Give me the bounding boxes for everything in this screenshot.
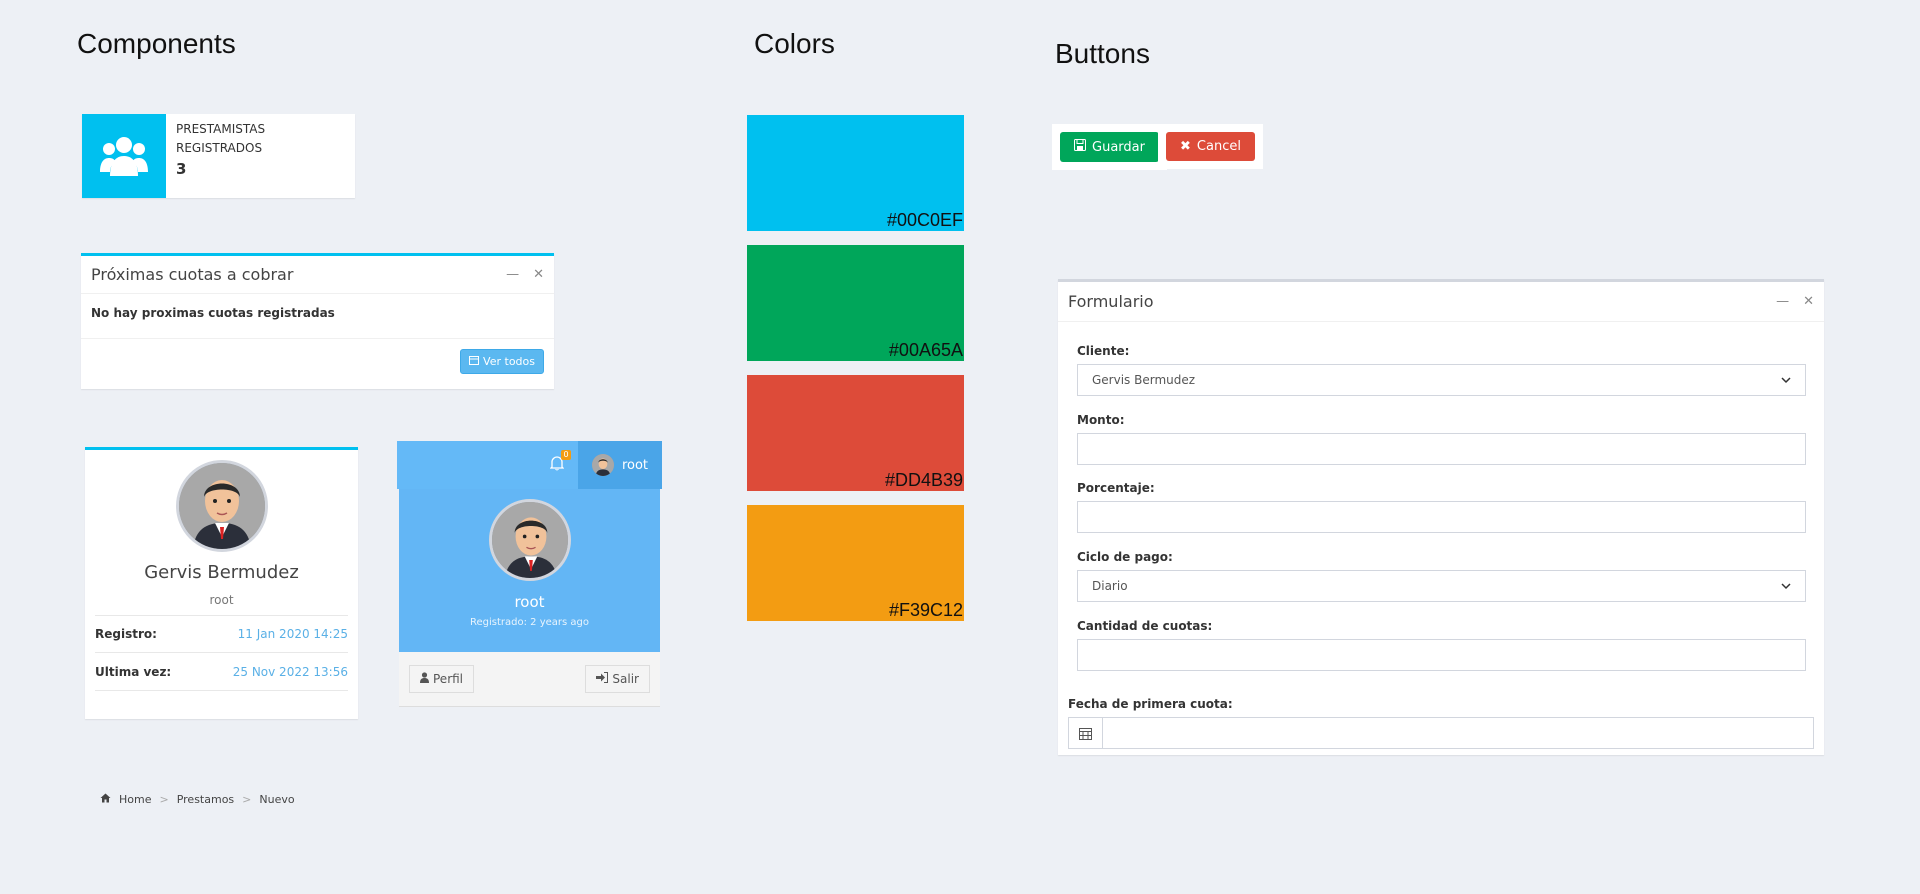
- home-icon: [100, 793, 111, 806]
- user-menu-toggle[interactable]: root: [578, 441, 662, 489]
- perfil-button[interactable]: Perfil: [409, 665, 475, 693]
- buttons-title: Buttons: [1055, 38, 1150, 69]
- save-button-wrapper: Guardar: [1052, 124, 1167, 170]
- user-menu: 0 root root Registrado: 2 years ago Perf…: [397, 441, 662, 709]
- info-box-label-2: REGISTRADOS: [176, 141, 263, 155]
- calendar-icon: [1069, 718, 1103, 748]
- cliente-select-value: Gervis Bermudez: [1092, 373, 1196, 387]
- minimize-icon[interactable]: —: [1776, 294, 1789, 309]
- user-avatar-small: [591, 454, 614, 476]
- ver-todos-button[interactable]: Ver todos: [460, 349, 544, 374]
- user-menu-registered: Registrado: 2 years ago: [470, 617, 589, 628]
- cliente-select[interactable]: Gervis Bermudez: [1077, 364, 1806, 396]
- swatch-green-label: #00A65A: [888, 340, 963, 360]
- user-menu-body: root Registrado: 2 years ago: [399, 489, 660, 652]
- colors-title: Colors: [754, 28, 835, 59]
- breadcrumb-home[interactable]: Home: [119, 793, 151, 806]
- form-box: Formulario — ✕ Cliente: Gervis Bermudez …: [1058, 279, 1824, 755]
- fecha-input-group: [1068, 717, 1814, 749]
- user-menu-header: 0 root: [397, 441, 662, 489]
- users-icon: [82, 114, 166, 198]
- bell-icon[interactable]: 0: [549, 449, 571, 475]
- porcentaje-label: Porcentaje:: [1077, 481, 1155, 495]
- cliente-label: Cliente:: [1077, 344, 1130, 358]
- cancel-button[interactable]: ✖ Cancel: [1166, 132, 1255, 161]
- breadcrumb-separator: >: [242, 793, 252, 806]
- close-icon[interactable]: ✕: [1803, 294, 1814, 309]
- cancel-button-wrapper: ✖ Cancel: [1158, 124, 1263, 169]
- porcentaje-input[interactable]: [1077, 501, 1806, 533]
- profile-row-registro: Registro: 11 Jan 2020 14:25: [95, 615, 348, 653]
- breadcrumb-separator: >: [159, 793, 169, 806]
- profile-row-ultima-vez: Ultima vez: 25 Nov 2022 13:56: [95, 653, 348, 691]
- breadcrumb-nuevo: Nuevo: [259, 793, 295, 806]
- cantidad-input[interactable]: [1077, 639, 1806, 671]
- swatch-orange-label: #F39C12: [888, 600, 963, 620]
- breadcrumb: Home > Prestamos > Nuevo: [100, 793, 295, 806]
- ciclo-select-value: Diario: [1092, 579, 1128, 593]
- guardar-button[interactable]: Guardar: [1060, 132, 1159, 162]
- fecha-label: Fecha de primera cuota:: [1068, 697, 1233, 711]
- ciclo-label: Ciclo de pago:: [1077, 550, 1173, 564]
- fecha-input[interactable]: [1103, 718, 1813, 748]
- cuotas-empty-message: No hay proximas cuotas registradas: [81, 294, 554, 339]
- swatch-aqua: #00C0EF: [747, 115, 964, 231]
- info-box-prestamistas: PRESTAMISTAS REGISTRADOS 3: [82, 114, 355, 198]
- profile-role: root: [209, 593, 234, 607]
- avatar: [175, 460, 268, 552]
- profile-name: Gervis Bermudez: [144, 562, 299, 583]
- username-label: root: [621, 457, 649, 473]
- form-title: Formulario: [1068, 292, 1154, 311]
- components-title: Components: [77, 28, 236, 59]
- salir-button[interactable]: Salir: [585, 665, 650, 693]
- cuotas-box: Próximas cuotas a cobrar — ✕ No hay prox…: [81, 253, 554, 389]
- swatch-orange: #F39C12: [747, 505, 964, 621]
- breadcrumb-prestamos[interactable]: Prestamos: [177, 793, 234, 806]
- user-menu-name: root: [514, 593, 545, 611]
- close-icon[interactable]: ✕: [533, 267, 544, 282]
- swatch-aqua-label: #00C0EF: [886, 210, 963, 230]
- swatch-red-label: #DD4B39: [884, 470, 963, 490]
- times-icon: ✖: [1180, 139, 1191, 154]
- sign-out-icon: [596, 672, 609, 686]
- user-menu-avatar: [488, 499, 571, 581]
- chevron-down-icon: [1781, 373, 1791, 387]
- user-icon: [420, 672, 429, 686]
- swatch-green: #00A65A: [747, 245, 964, 361]
- monto-label: Monto:: [1077, 413, 1125, 427]
- user-menu-footer: Perfil Salir: [399, 652, 660, 707]
- calendar-icon: [469, 355, 480, 368]
- cuotas-box-title: Próximas cuotas a cobrar: [91, 265, 294, 284]
- monto-input[interactable]: [1077, 433, 1806, 465]
- minimize-icon[interactable]: —: [506, 267, 519, 282]
- cantidad-label: Cantidad de cuotas:: [1077, 619, 1213, 633]
- ver-todos-label: Ver todos: [483, 355, 535, 368]
- ciclo-select[interactable]: Diario: [1077, 570, 1806, 602]
- swatch-red: #DD4B39: [747, 375, 964, 491]
- floppy-disk-icon: [1074, 139, 1086, 155]
- info-box-number: 3: [176, 160, 187, 178]
- notification-badge: 0: [561, 449, 571, 460]
- chevron-down-icon: [1781, 579, 1791, 593]
- info-box-label-1: PRESTAMISTAS: [176, 122, 266, 136]
- profile-card: Gervis Bermudez root Registro: 11 Jan 20…: [85, 447, 358, 719]
